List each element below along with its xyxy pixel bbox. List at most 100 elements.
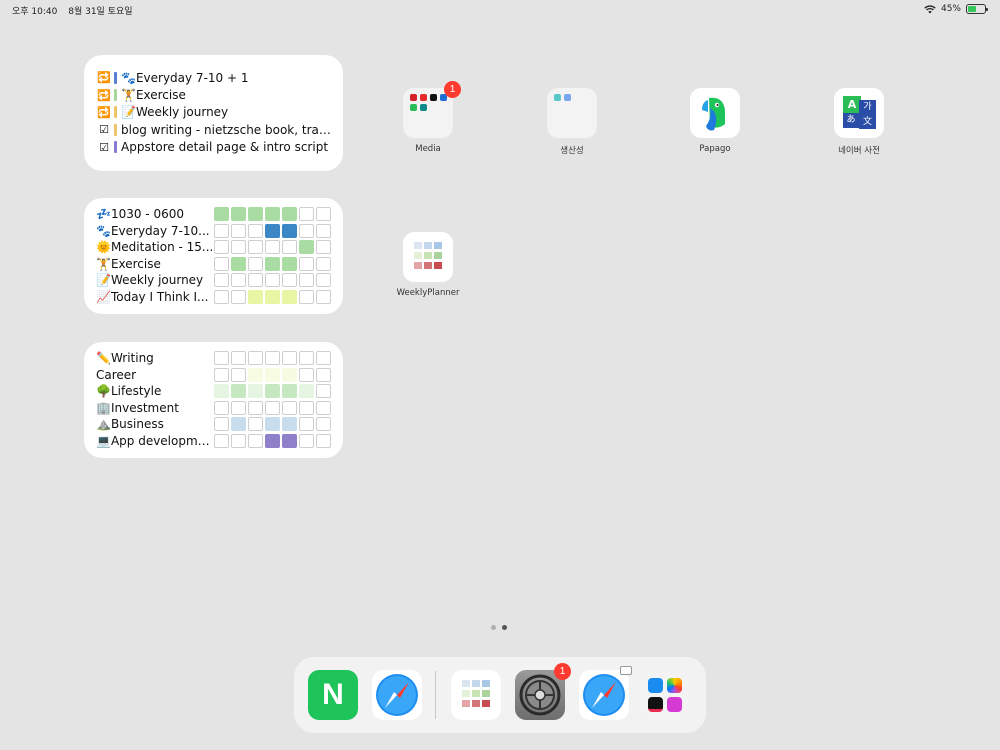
checkbox-icon[interactable]: ☑ xyxy=(96,141,112,154)
tracker-cell[interactable] xyxy=(231,223,246,238)
tracker-cell[interactable] xyxy=(299,351,314,366)
tracker-row[interactable]: 📝Weekly journey xyxy=(96,272,331,289)
todo-item[interactable]: ☑ blog writing - nietzsche book, travel m… xyxy=(96,121,331,138)
tracker-cell[interactable] xyxy=(214,433,229,448)
tracker-cell[interactable] xyxy=(265,433,280,448)
tracker-cell[interactable] xyxy=(231,400,246,415)
tracker-cell[interactable] xyxy=(214,367,229,382)
tracker-cell[interactable] xyxy=(214,207,229,222)
tracker-cell[interactable] xyxy=(214,240,229,255)
page-indicator[interactable] xyxy=(491,625,507,630)
tracker-cell[interactable] xyxy=(214,256,229,271)
tracker-cell[interactable] xyxy=(316,256,331,271)
safari-app[interactable] xyxy=(372,670,422,720)
tracker-cell[interactable] xyxy=(231,240,246,255)
tracker-cell[interactable] xyxy=(231,289,246,304)
todo-item[interactable]: 🔁 🏋️Exercise xyxy=(96,86,331,103)
tracker-cell[interactable] xyxy=(214,273,229,288)
productivity-folder[interactable]: 생산성 xyxy=(532,88,612,156)
tracker-cell[interactable] xyxy=(214,417,229,432)
page-dot-2[interactable] xyxy=(502,625,507,630)
tracker-cell[interactable] xyxy=(231,351,246,366)
tracker-cell[interactable] xyxy=(248,273,263,288)
tracker-cell[interactable] xyxy=(299,240,314,255)
tracker-cell[interactable] xyxy=(231,433,246,448)
tracker-cell[interactable] xyxy=(282,433,297,448)
todo-item[interactable]: 🔁 📝Weekly journey xyxy=(96,104,331,121)
category-tracker-widget[interactable]: ✏️Writing Career 🌳Lifestyle 🏢Investment ⛰️Bu… xyxy=(84,342,343,458)
tracker-cell[interactable] xyxy=(231,207,246,222)
tracker-cell[interactable] xyxy=(265,223,280,238)
tracker-row[interactable]: Career xyxy=(96,367,331,384)
tracker-cell[interactable] xyxy=(265,367,280,382)
tracker-cell[interactable] xyxy=(316,207,331,222)
tracker-cell[interactable] xyxy=(282,240,297,255)
tracker-row[interactable]: 📈Today I Think I... xyxy=(96,289,331,306)
tracker-row[interactable]: ✏️Writing xyxy=(96,350,331,367)
tracker-cell[interactable] xyxy=(248,351,263,366)
tracker-cell[interactable] xyxy=(265,417,280,432)
tracker-cell[interactable] xyxy=(214,289,229,304)
tracker-cell[interactable] xyxy=(248,367,263,382)
tracker-cell[interactable] xyxy=(248,289,263,304)
naver-dictionary-app[interactable]: A 가 あ 文 네이버 사전 xyxy=(819,88,899,156)
tracker-cell[interactable] xyxy=(299,367,314,382)
tracker-row[interactable]: 🐾Everyday 7-10... xyxy=(96,223,331,240)
tracker-cell[interactable] xyxy=(299,384,314,399)
tracker-row[interactable]: 🏢Investment xyxy=(96,400,331,417)
tracker-cell[interactable] xyxy=(231,384,246,399)
tracker-cell[interactable] xyxy=(265,400,280,415)
tracker-cell[interactable] xyxy=(316,289,331,304)
tracker-row[interactable]: ⛰️Business xyxy=(96,416,331,433)
tracker-cell[interactable] xyxy=(316,273,331,288)
tracker-cell[interactable] xyxy=(248,256,263,271)
tracker-cell[interactable] xyxy=(282,273,297,288)
tracker-cell[interactable] xyxy=(299,273,314,288)
tracker-row[interactable]: 🌞Meditation - 15... xyxy=(96,239,331,256)
tracker-cell[interactable] xyxy=(282,367,297,382)
todo-widget[interactable]: 🔁 🐾Everyday 7-10 + 1 🔁 🏋️Exercise 🔁 📝Weekly j… xyxy=(84,55,343,171)
safari-recent-app[interactable] xyxy=(579,670,629,720)
tracker-cell[interactable] xyxy=(316,400,331,415)
todo-item[interactable]: ☑ Appstore detail page & intro script xyxy=(96,139,331,156)
page-dot-1[interactable] xyxy=(491,625,496,630)
weeklyplanner-dock-app[interactable] xyxy=(451,670,501,720)
tracker-cell[interactable] xyxy=(231,256,246,271)
tracker-cell[interactable] xyxy=(282,223,297,238)
tracker-cell[interactable] xyxy=(299,223,314,238)
tracker-cell[interactable] xyxy=(282,256,297,271)
tracker-cell[interactable] xyxy=(316,367,331,382)
tracker-cell[interactable] xyxy=(316,417,331,432)
tracker-cell[interactable] xyxy=(231,273,246,288)
todo-item[interactable]: 🔁 🐾Everyday 7-10 + 1 xyxy=(96,69,331,86)
tracker-cell[interactable] xyxy=(316,351,331,366)
tracker-cell[interactable] xyxy=(265,256,280,271)
repeat-icon[interactable]: 🔁 xyxy=(96,71,112,84)
weeklyplanner-app[interactable]: WeeklyPlanner xyxy=(388,232,468,298)
tracker-cell[interactable] xyxy=(299,417,314,432)
naver-app[interactable]: N xyxy=(308,670,358,720)
tracker-cell[interactable] xyxy=(282,207,297,222)
tracker-cell[interactable] xyxy=(231,367,246,382)
tracker-cell[interactable] xyxy=(231,417,246,432)
media-folder[interactable]: 1 Media xyxy=(388,81,468,154)
tracker-cell[interactable] xyxy=(265,351,280,366)
tracker-cell[interactable] xyxy=(316,384,331,399)
tracker-cell[interactable] xyxy=(214,223,229,238)
tracker-cell[interactable] xyxy=(265,273,280,288)
tracker-row[interactable]: 🌳Lifestyle xyxy=(96,383,331,400)
tracker-cell[interactable] xyxy=(248,400,263,415)
habit-tracker-widget[interactable]: 💤1030 - 0600 🐾Everyday 7-10... 🌞Meditation… xyxy=(84,198,343,314)
tracker-cell[interactable] xyxy=(214,400,229,415)
tracker-cell[interactable] xyxy=(248,417,263,432)
tracker-row[interactable]: 💻App development xyxy=(96,433,331,450)
tracker-cell[interactable] xyxy=(316,433,331,448)
tracker-cell[interactable] xyxy=(316,240,331,255)
checkbox-icon[interactable]: ☑ xyxy=(96,123,112,136)
tracker-cell[interactable] xyxy=(248,207,263,222)
tracker-cell[interactable] xyxy=(282,400,297,415)
tracker-cell[interactable] xyxy=(282,289,297,304)
repeat-icon[interactable]: 🔁 xyxy=(96,106,112,119)
tracker-cell[interactable] xyxy=(248,240,263,255)
tracker-cell[interactable] xyxy=(214,384,229,399)
